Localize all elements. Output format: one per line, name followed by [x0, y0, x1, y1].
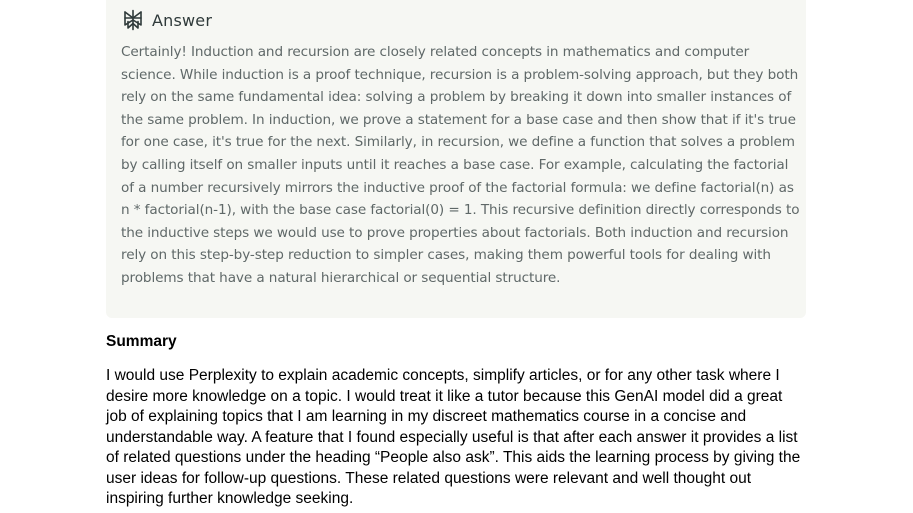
answer-text: Certainly! Induction and recursion are c… — [121, 44, 800, 286]
summary-text: I would use Perplexity to explain academ… — [106, 367, 801, 507]
perplexity-answer-icon — [122, 9, 144, 31]
answer-card: Answer Certainly! Induction and recursio… — [106, 0, 806, 318]
answer-header: Answer — [122, 7, 212, 33]
summary-heading: Summary — [106, 333, 177, 350]
answer-title: Answer — [152, 10, 213, 30]
